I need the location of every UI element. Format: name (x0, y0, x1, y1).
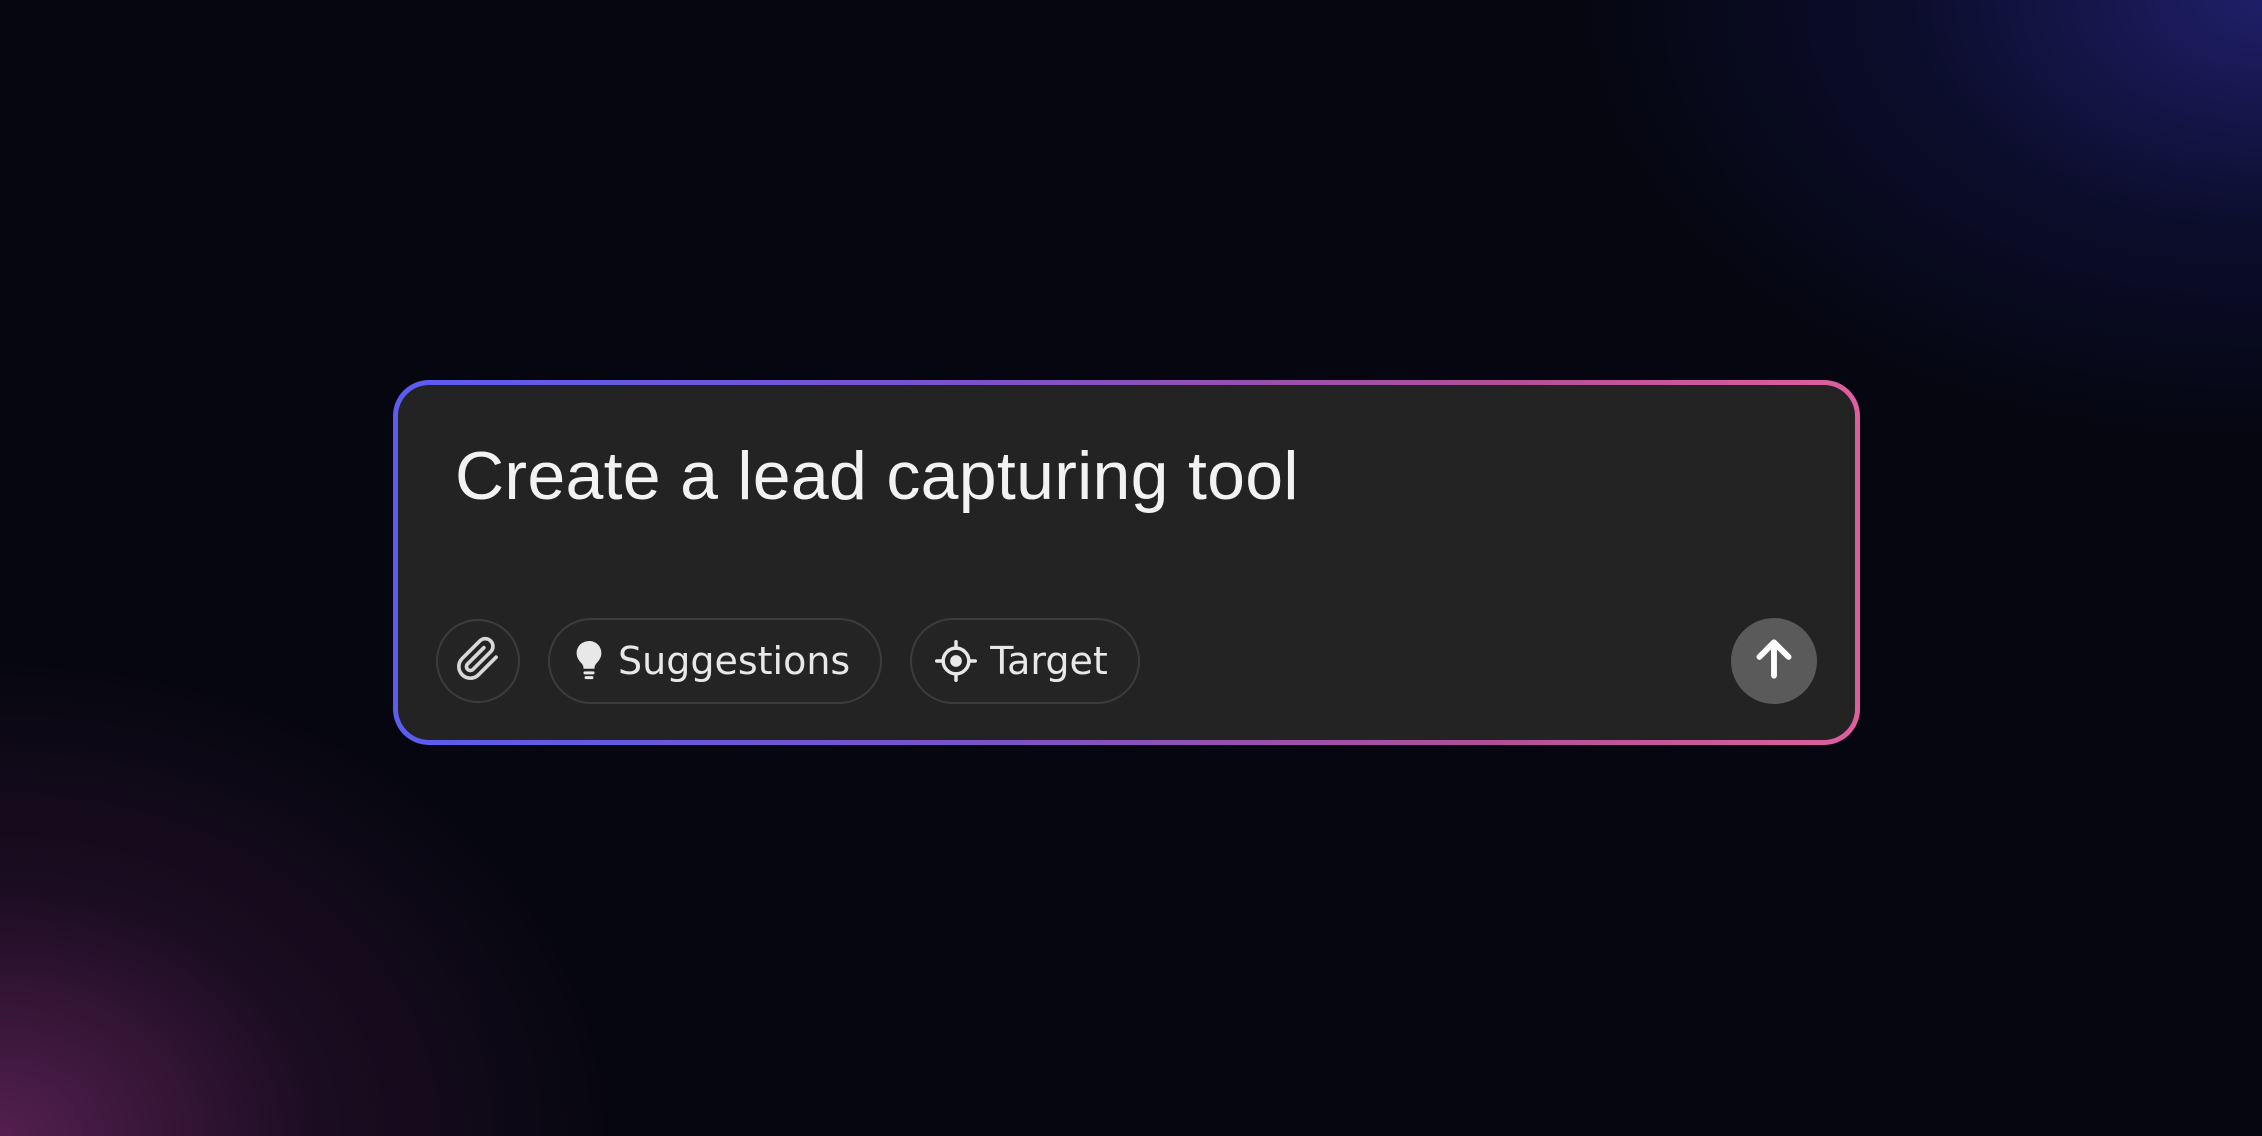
suggestions-label: Suggestions (618, 639, 851, 683)
crosshair-icon (934, 639, 978, 683)
target-label: Target (990, 639, 1108, 683)
attach-button[interactable] (436, 619, 520, 703)
lightbulb-icon (572, 639, 606, 683)
prompt-toolbar: Suggestions Target (436, 617, 1140, 705)
paperclip-icon (455, 636, 501, 687)
send-button[interactable] (1731, 618, 1817, 704)
target-button[interactable]: Target (910, 618, 1140, 704)
arrow-up-icon (1749, 634, 1799, 689)
prompt-input-text[interactable]: Create a lead capturing tool (455, 437, 1299, 515)
suggestions-button[interactable]: Suggestions (548, 618, 883, 704)
prompt-input-box[interactable]: Create a lead capturing tool Suggestions… (398, 385, 1855, 740)
prompt-input-frame: Create a lead capturing tool Suggestions… (393, 380, 1860, 745)
